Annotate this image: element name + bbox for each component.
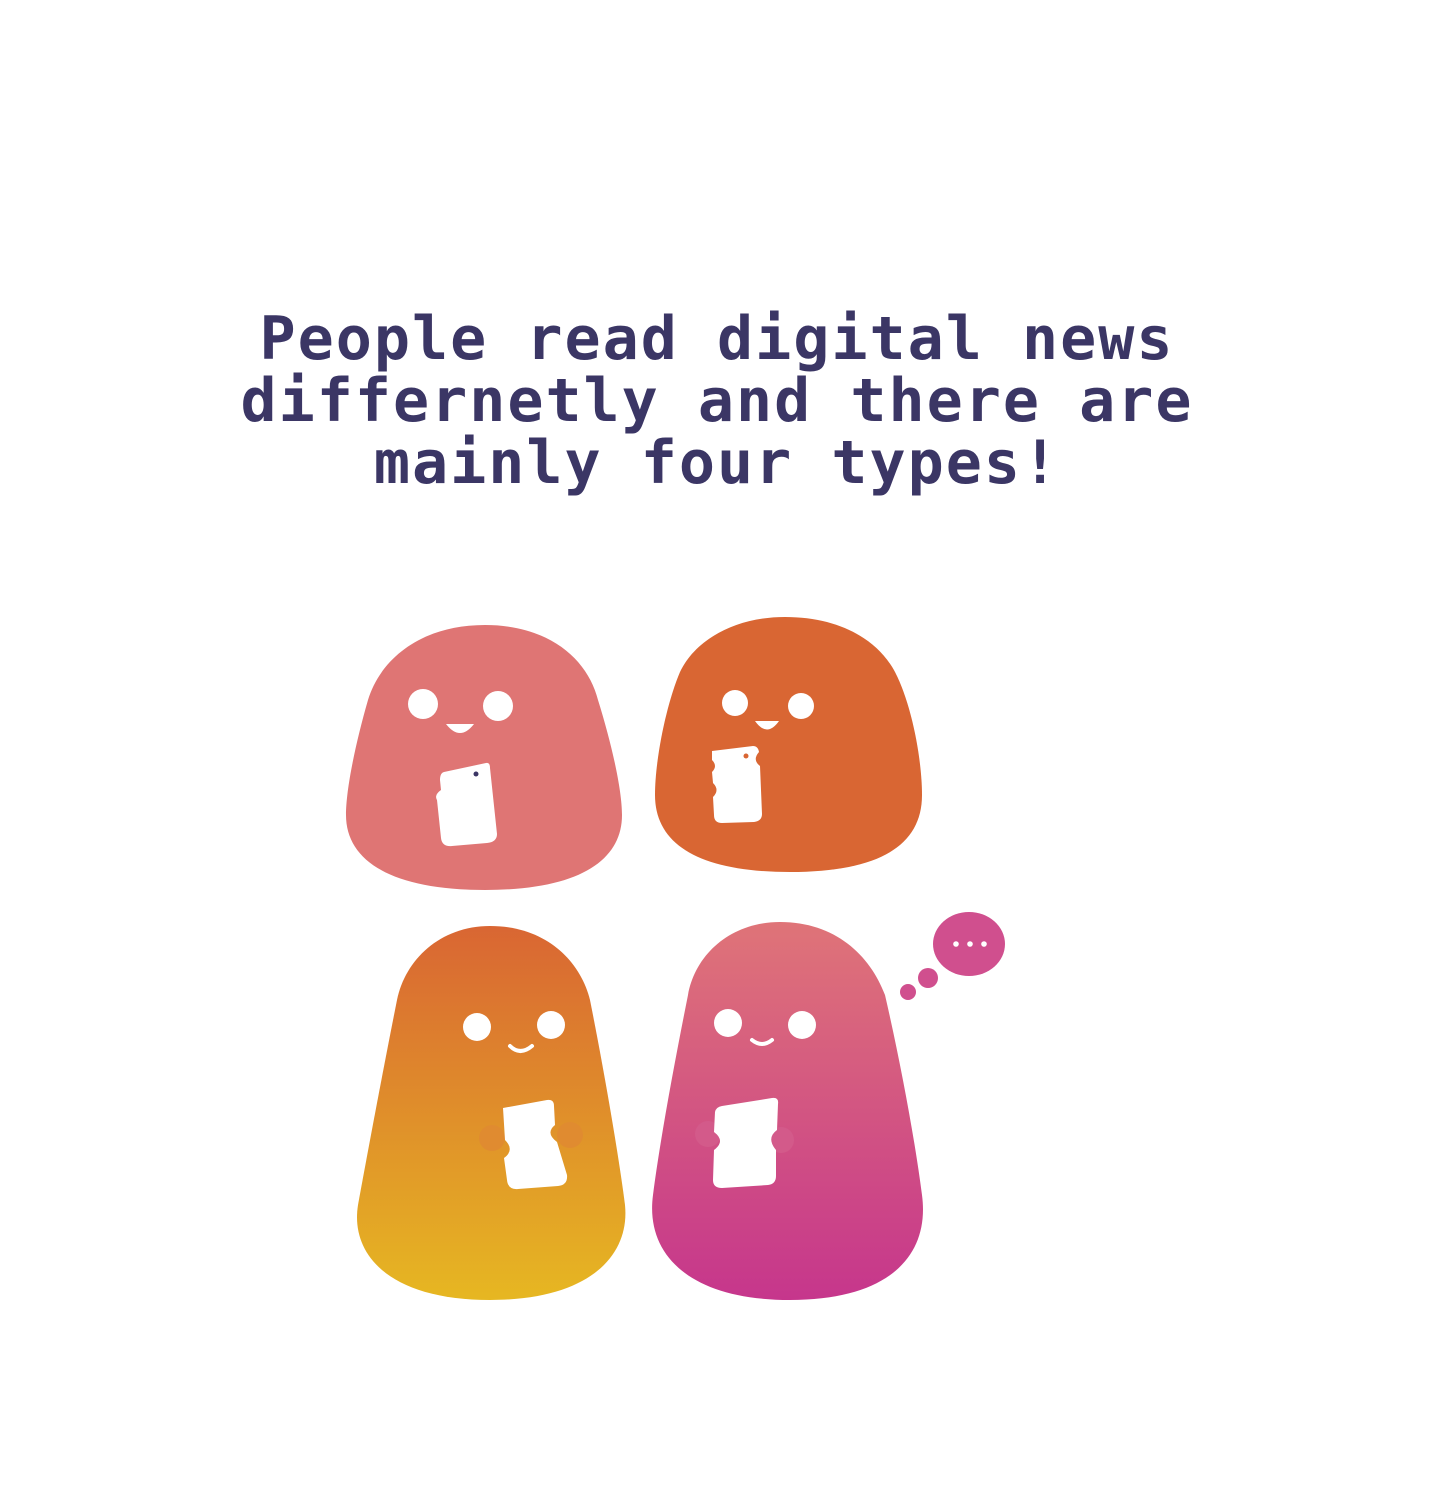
illustration	[346, 617, 1005, 1300]
pink-blob-right-eye	[483, 691, 513, 721]
pink-magenta-blob-left-eye	[714, 1009, 742, 1037]
thought-bubble-dot-3	[981, 941, 987, 947]
thought-dot-medium	[918, 968, 938, 988]
pink-blob	[346, 625, 622, 890]
thought-dot-small	[900, 984, 916, 1000]
pink-magenta-blob-right-eye	[788, 1011, 816, 1039]
orange-yellow-blob-right-hand	[557, 1122, 583, 1148]
orange-blob	[655, 617, 922, 872]
orange-yellow-blob-right-eye	[537, 1011, 565, 1039]
pink-blob-left-eye	[408, 689, 438, 719]
orange-blob-body	[655, 617, 922, 872]
pink-magenta-blob-body	[652, 922, 923, 1300]
pink-blob-body	[346, 625, 622, 890]
thought-bubble-dot-1	[953, 941, 959, 947]
ellipsis-thought-icon	[900, 912, 1005, 1000]
orange-blob-right-eye	[788, 693, 814, 719]
pink-blob-phone-camera	[473, 771, 479, 777]
orange-yellow-blob-left-eye	[463, 1013, 491, 1041]
orange-blob-phone-icon	[712, 746, 762, 823]
orange-yellow-blob-body	[357, 926, 626, 1300]
orange-yellow-blob	[357, 926, 626, 1300]
orange-yellow-blob-left-hand	[479, 1125, 505, 1151]
pink-magenta-blob-phone-icon	[713, 1097, 779, 1188]
orange-blob-left-eye	[722, 690, 748, 716]
pink-blob-phone-icon	[436, 762, 497, 847]
thought-bubble-dot-2	[967, 941, 973, 947]
orange-blob-phone-camera	[743, 753, 749, 759]
pink-magenta-blob	[652, 922, 923, 1300]
